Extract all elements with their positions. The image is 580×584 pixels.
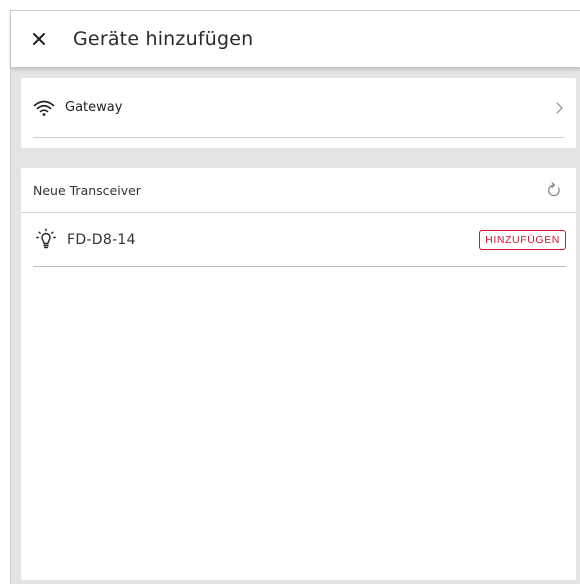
close-button[interactable] [27, 27, 51, 51]
section-header: Neue Transceiver [21, 168, 576, 213]
gateway-card: Gateway [21, 78, 576, 148]
gateway-item[interactable]: Gateway [33, 78, 564, 138]
section-title: Neue Transceiver [33, 182, 141, 198]
gateway-label: Gateway [65, 100, 123, 115]
app-header: Geräte hinzufügen [11, 11, 580, 67]
list-item: FD-D8-14 HINZUFÜGEN [33, 213, 566, 267]
chevron-right-icon [556, 101, 563, 114]
lightbulb-icon [36, 228, 56, 248]
wifi-icon [33, 100, 55, 116]
refresh-button[interactable] [546, 181, 562, 199]
refresh-icon [548, 182, 560, 197]
close-icon [33, 33, 45, 45]
page-title: Geräte hinzufügen [73, 28, 254, 50]
transceiver-card: Neue Transceiver FD-D8-14 HINZUFÜGEN [21, 168, 576, 580]
dialog-frame: Geräte hinzufügen Gateway Neue Transceiv… [10, 10, 580, 584]
add-device-button[interactable]: HINZUFÜGEN [479, 229, 566, 250]
device-name: FD-D8-14 [67, 231, 136, 248]
